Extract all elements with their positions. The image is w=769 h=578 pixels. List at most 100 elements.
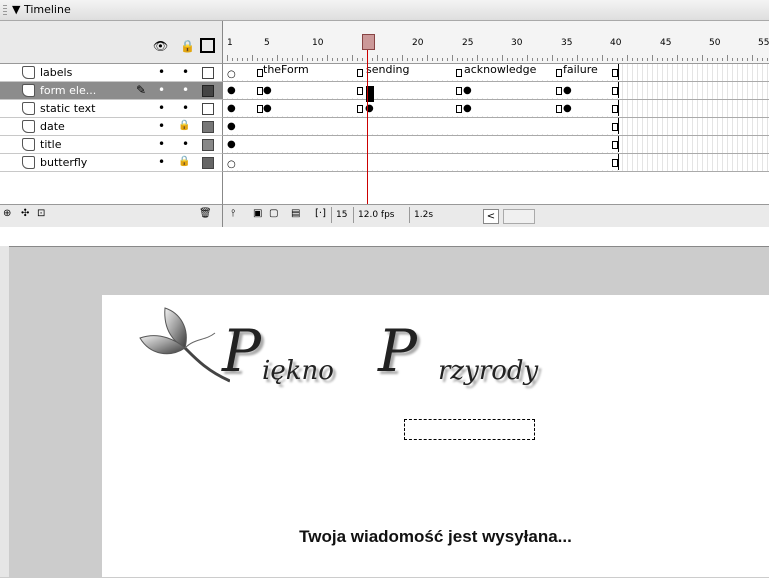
layer-name[interactable]: title (40, 138, 62, 151)
visibility-toggle[interactable]: • (158, 119, 165, 133)
ruler-tick (482, 58, 483, 61)
frame-row[interactable]: ● (223, 118, 769, 136)
visibility-toggle[interactable]: • (158, 137, 165, 151)
layer-name[interactable]: static text (40, 102, 95, 115)
keyframe[interactable]: ● (563, 86, 572, 96)
ruler-tick (422, 58, 423, 61)
layer-row-form-elements[interactable]: form ele... ✎ • • (0, 82, 223, 100)
ruler-tick (702, 55, 703, 61)
visibility-toggle[interactable]: • (158, 65, 165, 79)
ruler-tick (512, 58, 513, 61)
playhead-handle[interactable] (362, 34, 375, 50)
keyframe[interactable]: ● (263, 86, 272, 96)
layer-name[interactable]: date (40, 120, 65, 133)
lock-toggle[interactable]: • (182, 83, 189, 97)
add-motion-guide-icon[interactable]: ✣ (21, 208, 29, 219)
layer-row-date[interactable]: date • 🔒 (0, 118, 223, 136)
outline-toggle[interactable] (202, 121, 214, 133)
layer-row-title[interactable]: title • • (0, 136, 223, 154)
playhead[interactable] (367, 42, 368, 225)
edit-multiple-frames-icon[interactable]: ▤ (291, 208, 300, 219)
ruler-tick (362, 58, 363, 61)
ruler-tick (307, 58, 308, 61)
ruler-tick (622, 58, 623, 61)
frame-rate-field[interactable]: 12.0 fps (353, 207, 398, 223)
frame-label[interactable]: failure (563, 63, 598, 76)
outline-toggle[interactable] (202, 85, 214, 97)
ruler-tick (572, 58, 573, 61)
frame-row[interactable]: ● ● ● ● (223, 82, 769, 100)
panel-title[interactable]: ▼ Timeline (12, 3, 71, 16)
ruler-number: 50 (709, 38, 721, 48)
trash-icon[interactable]: 🗑 (199, 208, 212, 219)
horizontal-scrollbar-thumb[interactable] (503, 209, 535, 224)
ruler-number: 45 (660, 38, 672, 48)
insert-layer-icon[interactable]: ⊕ (3, 208, 11, 219)
visibility-toggle[interactable]: • (158, 101, 165, 115)
onion-skin-outlines-icon[interactable]: ▢ (269, 208, 278, 219)
eye-icon[interactable]: 👁 (153, 39, 168, 53)
layer-name[interactable]: form ele... (40, 84, 96, 97)
outline-toggle[interactable] (202, 139, 214, 151)
outline-toggle[interactable] (202, 67, 214, 79)
frame-label[interactable]: sending (366, 63, 409, 76)
frame-label[interactable]: theForm (263, 63, 309, 76)
lock-icon[interactable]: 🔒 (180, 39, 195, 53)
ruler-tick (592, 58, 593, 61)
ruler-tick (472, 58, 473, 61)
layer-row-butterfly[interactable]: butterfly • 🔒 (0, 154, 223, 172)
keyframe[interactable]: ● (227, 104, 236, 114)
keyframe[interactable]: ● (227, 140, 236, 150)
outline-icon[interactable] (200, 38, 215, 53)
dynamic-text-field[interactable] (404, 419, 535, 440)
frame-row[interactable]: ○ theForm sending acknowledge failure (223, 63, 769, 82)
keyframe[interactable]: ● (563, 104, 572, 114)
frame-row[interactable]: ● ● ● ● ● (223, 100, 769, 118)
lock-icon[interactable]: 🔒 (178, 156, 190, 167)
keyframe[interactable]: ● (463, 86, 472, 96)
layer-row-labels[interactable]: labels • • (0, 64, 223, 82)
keyframe[interactable]: ● (227, 122, 236, 132)
frame-label[interactable]: acknowledge (464, 63, 536, 76)
lock-toggle[interactable]: • (182, 137, 189, 151)
frame-row[interactable]: ● (223, 136, 769, 154)
empty-keyframe[interactable]: ○ (227, 70, 236, 80)
outline-toggle[interactable] (202, 157, 214, 169)
visibility-toggle[interactable]: • (158, 155, 165, 169)
scroll-left-button[interactable]: < (483, 209, 499, 224)
status-message: Twoja wiadomość jest wysyłana... (299, 527, 572, 546)
insert-folder-icon[interactable]: ⊡ (37, 208, 45, 219)
keyframe[interactable]: ● (227, 86, 236, 96)
keyframe[interactable]: ● (263, 104, 272, 114)
onion-skin-icon[interactable]: ▣ (253, 208, 262, 219)
outline-toggle[interactable] (202, 103, 214, 115)
ruler-tick (317, 58, 318, 61)
frame-row[interactable]: ○ (223, 154, 769, 172)
layer-row-static-text[interactable]: static text • • (0, 100, 223, 118)
ruler-tick (322, 58, 323, 61)
ruler-tick (677, 55, 678, 61)
ruler-tick (397, 58, 398, 61)
layer-icon (22, 66, 35, 79)
frames-grid[interactable]: ○ theForm sending acknowledge failure ● … (223, 63, 769, 172)
center-frame-icon[interactable]: ⫯ (231, 208, 235, 219)
ruler-tick (732, 58, 733, 61)
butterfly-logo-icon (139, 307, 230, 383)
layer-name[interactable]: labels (40, 66, 72, 79)
ruler-tick (707, 58, 708, 61)
lock-toggle[interactable]: • (182, 101, 189, 115)
ruler-tick (687, 58, 688, 61)
layer-icon (22, 120, 35, 133)
ruler-tick (327, 55, 328, 61)
lock-toggle[interactable]: • (182, 65, 189, 79)
title-word-2: rzyrody (438, 356, 539, 386)
panel-grip-icon[interactable] (3, 5, 7, 15)
timeline-panel-header[interactable]: ▼ Timeline (0, 0, 769, 21)
modify-onion-markers-icon[interactable]: [·] (315, 208, 326, 219)
frame-ruler[interactable]: 1 5 10 15 20 25 30 35 40 45 50 55 (223, 21, 769, 64)
keyframe[interactable]: ● (463, 104, 472, 114)
layer-name[interactable]: butterfly (40, 156, 87, 169)
empty-keyframe[interactable]: ○ (227, 160, 236, 170)
lock-icon[interactable]: 🔒 (178, 120, 190, 131)
visibility-toggle[interactable]: • (158, 83, 165, 97)
